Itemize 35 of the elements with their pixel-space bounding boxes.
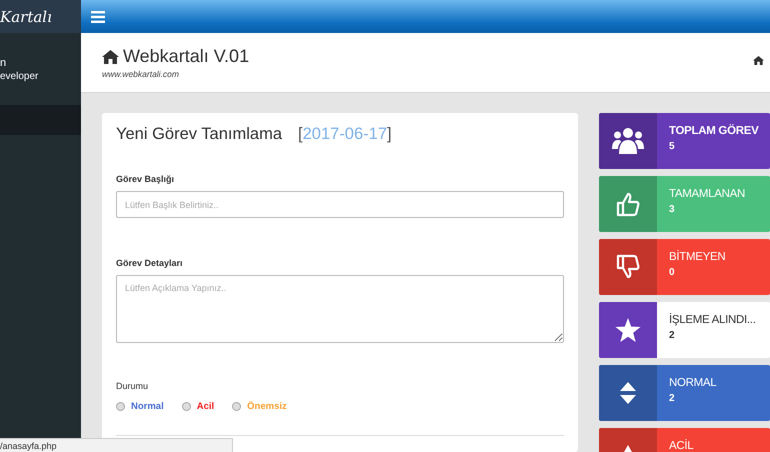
users-icon — [612, 127, 644, 155]
user-name: n — [0, 56, 8, 70]
form-title: Yeni Görev Tanımlama — [116, 125, 282, 144]
user-role: eveloper — [0, 70, 40, 82]
up-down-arrows-icon — [620, 382, 636, 404]
stat-count: 5 — [669, 141, 676, 152]
stat-count: 0 — [669, 267, 676, 278]
textarea-field[interactable]: Lütfen Açıklama Yapınız.. — [116, 275, 564, 343]
stat-title: ACİL — [669, 440, 694, 452]
stat-title: İŞLEME ALINDI... — [669, 314, 757, 326]
radio-option[interactable]: Acil — [182, 401, 214, 412]
field-label: Görev Detayları — [116, 258, 184, 268]
status-url-tooltip: /anasayfa.php — [0, 438, 233, 452]
thumbs-up-icon — [616, 191, 640, 217]
home-icon — [102, 50, 119, 64]
menu-icon[interactable] — [91, 10, 105, 22]
logo: Kartalı — [0, 8, 52, 26]
stat-title: BİTMEYEN — [669, 251, 726, 263]
radio-option[interactable]: Önemsiz — [232, 401, 287, 412]
field-label: Görev Başlığı — [116, 174, 176, 184]
page-title: Webkartalı V.01 — [123, 46, 250, 67]
stat-count: 2 — [669, 330, 676, 341]
thumbs-down-icon — [616, 254, 640, 280]
stat-title: TAMAMLANAN — [669, 188, 746, 200]
stat-title: TOPLAM GÖREV — [669, 125, 760, 137]
stat-title: NORMAL — [669, 377, 718, 389]
radio-option[interactable]: Normal — [116, 401, 164, 412]
stat-count: 3 — [669, 204, 676, 215]
stat-count: 2 — [669, 393, 676, 404]
home-icon[interactable] — [753, 56, 764, 65]
site-url: www.webkartali.com — [102, 69, 180, 79]
field-label: Durumu — [116, 381, 150, 391]
input-field[interactable]: Lütfen Başlık Belirtiniz.. — [116, 191, 564, 218]
form-date: [2017-06-17] — [298, 125, 392, 144]
star-icon — [615, 318, 641, 342]
